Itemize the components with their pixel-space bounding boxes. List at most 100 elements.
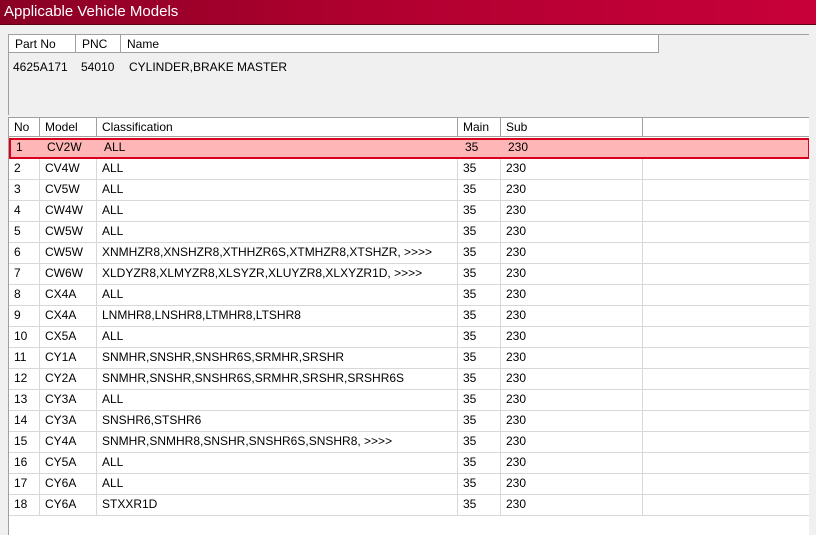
- table-row[interactable]: 16 CY5A ALL 35 230: [9, 453, 809, 474]
- pnc-value[interactable]: 54010: [81, 60, 114, 74]
- cell-model: CY6A: [40, 495, 97, 516]
- table-row[interactable]: 8 CX4A ALL 35 230: [9, 285, 809, 306]
- table-row[interactable]: 4 CW4W ALL 35 230: [9, 201, 809, 222]
- cell-classification: SNMHR,SNSHR,SNSHR6S,SRMHR,SRSHR: [97, 348, 458, 369]
- cell-classification: SNMHR,SNSHR,SNSHR6S,SRMHR,SRSHR,SRSHR6S: [97, 369, 458, 390]
- cell-classification: ALL: [97, 201, 458, 222]
- cell-spacer: [643, 432, 809, 453]
- cell-model: CY5A: [40, 453, 97, 474]
- cell-main: 35: [458, 411, 501, 432]
- cell-no: 12: [9, 369, 40, 390]
- cell-model: CY4A: [40, 432, 97, 453]
- table-header: No Model Classification Main Sub: [9, 118, 809, 137]
- cell-main: 35: [458, 285, 501, 306]
- cell-main: 35: [458, 243, 501, 264]
- table-row[interactable]: 15 CY4A SNMHR,SNMHR8,SNSHR,SNSHR6S,SNSHR8,…: [9, 432, 809, 453]
- cell-sub: 230: [501, 495, 643, 516]
- cell-model: CW5W: [40, 243, 97, 264]
- column-header-sub[interactable]: Sub: [501, 118, 643, 137]
- cell-main: 35: [458, 159, 501, 180]
- cell-no: 18: [9, 495, 40, 516]
- cell-main: 35: [458, 495, 501, 516]
- cell-spacer: [643, 474, 809, 495]
- table-row[interactable]: 10 CX5A ALL 35 230: [9, 327, 809, 348]
- cell-main: 35: [458, 201, 501, 222]
- table-row[interactable]: 13 CY3A ALL 35 230: [9, 390, 809, 411]
- cell-classification: ALL: [104, 140, 126, 154]
- cell-model: CY2A: [40, 369, 97, 390]
- cell-classification: ALL: [97, 327, 458, 348]
- cell-model: CY1A: [40, 348, 97, 369]
- cell-spacer: [643, 369, 809, 390]
- table-row[interactable]: 1 CV2W ALL 35 230: [9, 138, 809, 159]
- title-bar: Applicable Vehicle Models: [0, 0, 816, 25]
- cell-sub: 230: [501, 243, 643, 264]
- vehicle-models-table: No Model Classification Main Sub 1 CV2W AL…: [8, 117, 809, 535]
- cell-sub: 230: [501, 411, 643, 432]
- cell-no: 6: [9, 243, 40, 264]
- cell-sub: 230: [501, 201, 643, 222]
- column-header-spacer: [643, 118, 809, 137]
- column-header-main[interactable]: Main: [458, 118, 501, 137]
- cell-classification: ALL: [97, 285, 458, 306]
- cell-main: 35: [458, 306, 501, 327]
- cell-model: CV4W: [40, 159, 97, 180]
- cell-main: 35: [458, 348, 501, 369]
- table-row[interactable]: 18 CY6A STXXR1D 35 230: [9, 495, 809, 516]
- cell-no: 9: [9, 306, 40, 327]
- cell-spacer: [643, 264, 809, 285]
- name-header[interactable]: Name: [121, 35, 659, 53]
- part-no-value[interactable]: 4625A171: [13, 60, 68, 74]
- cell-classification: ALL: [97, 180, 458, 201]
- table-row[interactable]: 6 CW5W XNMHZR8,XNSHZR8,XTHHZR6S,XTMHZR8,XT…: [9, 243, 809, 264]
- cell-main: 35: [458, 369, 501, 390]
- column-header-classification[interactable]: Classification: [97, 118, 458, 137]
- cell-spacer: [643, 180, 809, 201]
- table-row[interactable]: 5 CW5W ALL 35 230: [9, 222, 809, 243]
- table-row[interactable]: 14 CY3A SNSHR6,STSHR6 35 230: [9, 411, 809, 432]
- table-row[interactable]: 2 CV4W ALL 35 230: [9, 159, 809, 180]
- cell-model: CW5W: [40, 222, 97, 243]
- cell-no: 14: [9, 411, 40, 432]
- part-info-panel: Part No PNC Name 4625A171 54010 CYLINDER…: [8, 34, 809, 115]
- cell-sub: 230: [501, 348, 643, 369]
- cell-main: 35: [458, 327, 501, 348]
- window-title: Applicable Vehicle Models: [4, 3, 179, 20]
- cell-model: CW6W: [40, 264, 97, 285]
- table-row[interactable]: 12 CY2A SNMHR,SNSHR,SNSHR6S,SRMHR,SRSHR,SR…: [9, 369, 809, 390]
- cell-no: 13: [9, 390, 40, 411]
- cell-no: 10: [9, 327, 40, 348]
- cell-spacer: [643, 306, 809, 327]
- cell-spacer: [643, 411, 809, 432]
- cell-sub: 230: [501, 390, 643, 411]
- cell-sub: 230: [501, 264, 643, 285]
- pnc-header[interactable]: PNC: [76, 35, 121, 53]
- cell-main: 35: [458, 390, 501, 411]
- cell-sub: 230: [501, 432, 643, 453]
- cell-no: 15: [9, 432, 40, 453]
- part-name-value[interactable]: CYLINDER,BRAKE MASTER: [129, 60, 287, 74]
- cell-no: 16: [9, 453, 40, 474]
- cell-sub: 230: [501, 222, 643, 243]
- cell-main: 35: [458, 432, 501, 453]
- table-row[interactable]: 3 CV5W ALL 35 230: [9, 180, 809, 201]
- cell-spacer: [643, 243, 809, 264]
- cell-model: CV5W: [40, 180, 97, 201]
- cell-classification: SNMHR,SNMHR8,SNSHR,SNSHR6S,SNSHR8, >>>>: [97, 432, 458, 453]
- cell-main: 35: [465, 140, 479, 154]
- cell-sub: 230: [501, 369, 643, 390]
- table-row[interactable]: 7 CW6W XLDYZR8,XLMYZR8,XLSYZR,XLUYZR8,XLXY…: [9, 264, 809, 285]
- cell-model: CW4W: [40, 201, 97, 222]
- cell-model: CX4A: [40, 285, 97, 306]
- cell-main: 35: [458, 453, 501, 474]
- table-row[interactable]: 9 CX4A LNMHR8,LNSHR8,LTMHR8,LTSHR8 35 230: [9, 306, 809, 327]
- part-no-header[interactable]: Part No: [9, 35, 76, 53]
- cell-spacer: [643, 327, 809, 348]
- table-row[interactable]: 17 CY6A ALL 35 230: [9, 474, 809, 495]
- column-header-no[interactable]: No: [9, 118, 40, 137]
- table-row[interactable]: 11 CY1A SNMHR,SNSHR,SNSHR6S,SRMHR,SRSHR 35 2…: [9, 348, 809, 369]
- cell-sub: 230: [501, 474, 643, 495]
- cell-no: 3: [9, 180, 40, 201]
- cell-no: 1: [16, 140, 23, 154]
- column-header-model[interactable]: Model: [40, 118, 97, 137]
